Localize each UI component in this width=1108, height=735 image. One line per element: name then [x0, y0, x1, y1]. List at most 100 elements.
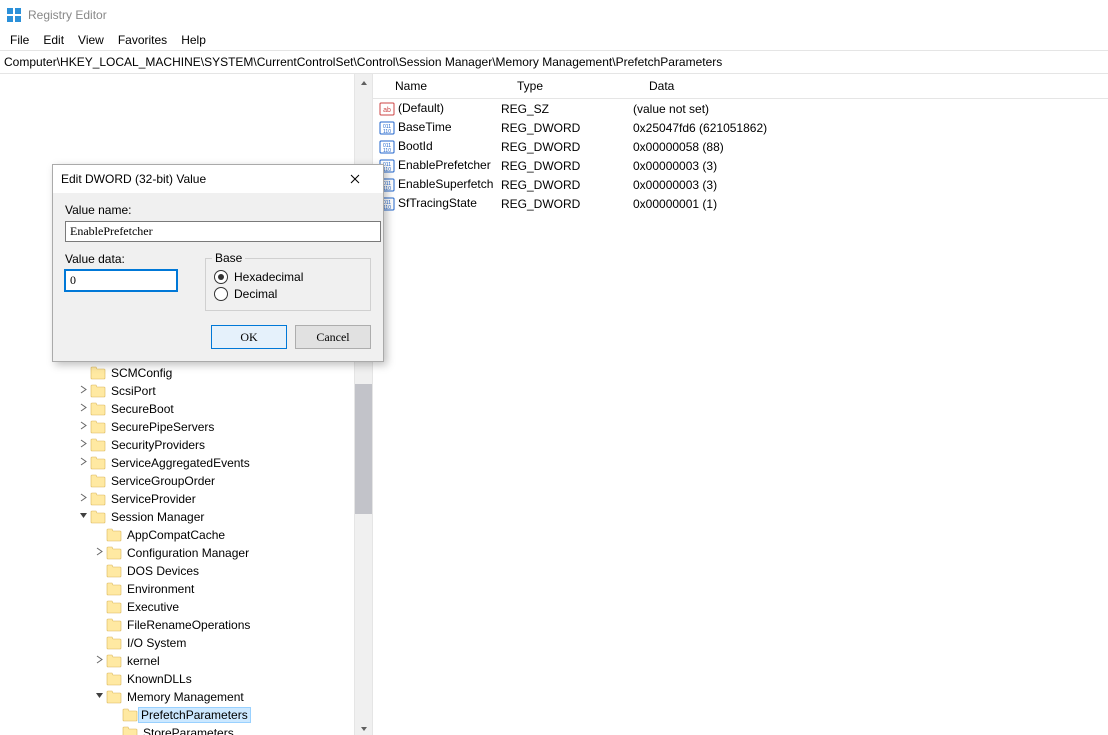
value-data: 0x25047fd6 (621051862)	[627, 121, 1108, 135]
values-pane: Name Type Data ab(Default)REG_SZ(value n…	[373, 74, 1108, 735]
folder-icon	[90, 420, 106, 434]
address-bar[interactable]: Computer\HKEY_LOCAL_MACHINE\SYSTEM\Curre…	[0, 50, 1108, 74]
close-button[interactable]	[335, 165, 375, 193]
tree-item[interactable]: ServiceAggregatedEvents	[0, 454, 372, 472]
value-row[interactable]: 011110BaseTimeREG_DWORD0x25047fd6 (62105…	[373, 118, 1108, 137]
chevron-right-icon[interactable]	[76, 421, 90, 433]
chevron-right-icon[interactable]	[92, 655, 106, 667]
folder-icon	[90, 438, 106, 452]
tree-item[interactable]: ServiceGroupOrder	[0, 472, 372, 490]
string-value-icon: ab	[379, 101, 395, 117]
value-row[interactable]: 011110SfTracingStateREG_DWORD0x00000001 …	[373, 194, 1108, 213]
value-data: (value not set)	[627, 102, 1108, 116]
menu-view[interactable]: View	[72, 31, 112, 49]
tree-item[interactable]: ScsiPort	[0, 382, 372, 400]
col-name[interactable]: Name	[373, 79, 511, 93]
tree-item[interactable]: Memory Management	[0, 688, 372, 706]
folder-icon	[106, 528, 122, 542]
col-data[interactable]: Data	[643, 79, 1108, 93]
titlebar: Registry Editor	[0, 0, 1108, 30]
address-path: Computer\HKEY_LOCAL_MACHINE\SYSTEM\Curre…	[4, 55, 722, 69]
tree-item-label: PrefetchParameters	[138, 707, 251, 723]
tree-item[interactable]: KnownDLLs	[0, 670, 372, 688]
radio-dec-label: Decimal	[234, 287, 277, 301]
folder-icon	[90, 492, 106, 506]
tree-item[interactable]: FileRenameOperations	[0, 616, 372, 634]
tree-item[interactable]: Environment	[0, 580, 372, 598]
tree-item-label: StoreParameters	[141, 726, 236, 735]
value-data: 0x00000003 (3)	[627, 178, 1108, 192]
radio-dot-icon	[214, 287, 228, 301]
chevron-right-icon[interactable]	[76, 493, 90, 505]
tree-item[interactable]: AppCompatCache	[0, 526, 372, 544]
value-name: BaseTime	[398, 120, 452, 134]
tree-item-label: Executive	[125, 600, 181, 614]
tree-item[interactable]: Executive	[0, 598, 372, 616]
folder-icon	[90, 456, 106, 470]
svg-text:ab: ab	[383, 107, 391, 114]
menu-file[interactable]: File	[4, 31, 37, 49]
value-type: REG_DWORD	[495, 159, 627, 173]
ok-button[interactable]: OK	[211, 325, 287, 349]
value-name: (Default)	[398, 101, 444, 115]
menu-edit[interactable]: Edit	[37, 31, 72, 49]
menubar: File Edit View Favorites Help	[0, 30, 1108, 50]
dialog-titlebar[interactable]: Edit DWORD (32-bit) Value	[53, 165, 383, 193]
value-row[interactable]: ab(Default)REG_SZ(value not set)	[373, 99, 1108, 118]
value-name: EnableSuperfetch	[398, 177, 493, 191]
value-name-label: Value name:	[65, 203, 371, 217]
tree-item[interactable]: ServiceProvider	[0, 490, 372, 508]
radio-hexadecimal[interactable]: Hexadecimal	[214, 270, 362, 284]
value-data-input[interactable]	[65, 270, 177, 291]
tree-item[interactable]: SCMConfig	[0, 364, 372, 382]
tree-item[interactable]: StoreParameters	[0, 724, 372, 735]
chevron-down-icon[interactable]	[76, 511, 90, 523]
cancel-button[interactable]: Cancel	[295, 325, 371, 349]
base-label: Base	[212, 251, 245, 265]
window-title: Registry Editor	[28, 8, 107, 22]
chevron-right-icon[interactable]	[76, 403, 90, 415]
value-name-input[interactable]	[65, 221, 381, 242]
scroll-down-button[interactable]	[355, 720, 372, 735]
chevron-right-icon[interactable]	[76, 439, 90, 451]
tree-item[interactable]: PrefetchParameters	[0, 706, 372, 724]
scroll-up-button[interactable]	[355, 74, 372, 91]
tree-item[interactable]: I/O System	[0, 634, 372, 652]
scroll-thumb[interactable]	[355, 384, 372, 514]
chevron-right-icon[interactable]	[76, 457, 90, 469]
folder-icon	[122, 708, 138, 722]
value-data: 0x00000001 (1)	[627, 197, 1108, 211]
menu-help[interactable]: Help	[175, 31, 214, 49]
tree-item[interactable]: Configuration Manager	[0, 544, 372, 562]
value-row[interactable]: 011110EnableSuperfetchREG_DWORD0x0000000…	[373, 175, 1108, 194]
tree-item-label: Environment	[125, 582, 196, 596]
svg-text:110: 110	[383, 205, 391, 211]
tree-item-label: SCMConfig	[109, 366, 174, 380]
radio-decimal[interactable]: Decimal	[214, 287, 362, 301]
tree-item[interactable]: SecurityProviders	[0, 436, 372, 454]
chevron-right-icon[interactable]	[92, 547, 106, 559]
value-row[interactable]: 011110EnablePrefetcherREG_DWORD0x0000000…	[373, 156, 1108, 175]
folder-icon	[106, 582, 122, 596]
col-type[interactable]: Type	[511, 79, 643, 93]
tree-item-label: ScsiPort	[109, 384, 158, 398]
tree-item-label: ServiceAggregatedEvents	[109, 456, 252, 470]
tree-item-label: Memory Management	[125, 690, 246, 704]
tree-item[interactable]: SecureBoot	[0, 400, 372, 418]
tree-item[interactable]: DOS Devices	[0, 562, 372, 580]
menu-favorites[interactable]: Favorites	[112, 31, 175, 49]
svg-text:110: 110	[383, 129, 391, 135]
folder-icon	[90, 510, 106, 524]
svg-text:110: 110	[383, 167, 391, 173]
chevron-right-icon[interactable]	[76, 385, 90, 397]
dword-value-icon: 011110	[379, 139, 395, 155]
chevron-down-icon[interactable]	[92, 691, 106, 703]
tree-item[interactable]: SecurePipeServers	[0, 418, 372, 436]
value-name: EnablePrefetcher	[398, 158, 491, 172]
folder-icon	[106, 600, 122, 614]
tree-item[interactable]: kernel	[0, 652, 372, 670]
tree-item-label: ServiceGroupOrder	[109, 474, 217, 488]
value-row[interactable]: 011110BootIdREG_DWORD0x00000058 (88)	[373, 137, 1108, 156]
tree-item[interactable]: Session Manager	[0, 508, 372, 526]
tree-item-label: SecurePipeServers	[109, 420, 216, 434]
